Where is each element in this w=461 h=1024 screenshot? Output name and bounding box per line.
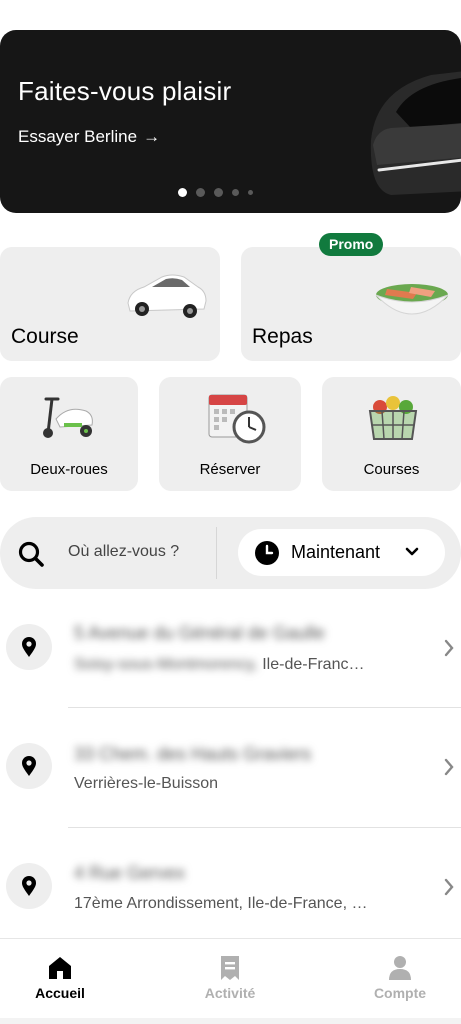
place-subtitle-visible: Ile-de-Franc… — [257, 656, 365, 673]
chevron-right-icon — [444, 758, 454, 776]
location-pin — [6, 863, 52, 909]
tile-courses-label: Courses — [363, 461, 420, 478]
tile-deux-roues[interactable]: Deux-roues — [0, 377, 138, 491]
place-title: 33 Chem. des Hauts Graviers — [74, 744, 312, 764]
tile-reserver[interactable]: Réserver — [159, 377, 301, 491]
grocery-basket-icon — [368, 396, 418, 440]
chevron-right-icon — [444, 878, 454, 896]
nav-tab-home[interactable]: Accueil — [0, 939, 120, 1024]
food-bowl-icon — [375, 284, 449, 315]
schedule-label: Maintenant — [291, 542, 381, 562]
nav-tab-account[interactable]: Compte — [340, 939, 460, 1024]
recent-place[interactable]: 33 Chem. des Hauts Graviers Verrières-le… — [0, 709, 461, 827]
search-placeholder[interactable]: Où allez-vous ? — [68, 543, 179, 561]
nav-tab-activity[interactable]: Activité — [170, 939, 290, 1024]
place-subtitle: Verrières-le-Buisson — [74, 775, 218, 793]
receipt-icon — [221, 956, 239, 980]
bottom-navigation: Accueil Activité Compte — [0, 938, 461, 1024]
list-divider — [68, 827, 461, 828]
search-icon — [18, 541, 44, 567]
tile-course[interactable]: Course — [0, 247, 220, 361]
calendar-clock-icon — [208, 394, 266, 444]
recent-place[interactable]: 5 Avenue du Général de Gaulle Soisy-sous… — [0, 590, 461, 708]
nav-label-activity: Activité — [204, 985, 256, 1001]
tile-course-label: Course — [11, 325, 79, 348]
carousel-dot[interactable] — [196, 188, 205, 197]
tile-repas[interactable]: Repas — [241, 247, 461, 361]
tile-repas-label: Repas — [252, 325, 313, 348]
car-illustration — [370, 71, 461, 195]
chevron-right-icon — [444, 639, 454, 657]
system-home-bar — [0, 1018, 461, 1024]
location-pin — [6, 743, 52, 789]
nav-label-account: Compte — [373, 985, 427, 1001]
pin-icon — [22, 756, 36, 776]
carousel-dots[interactable] — [178, 188, 253, 197]
search-divider — [216, 527, 217, 579]
banner-title: Faites-vous plaisir — [18, 76, 232, 106]
search-bar[interactable]: Où allez-vous ? Maintenant — [0, 517, 461, 589]
tile-reserver-label: Réserver — [199, 461, 261, 478]
chevron-down-icon — [405, 547, 419, 556]
promo-banner[interactable]: Faites-vous plaisir Essayer Berline → — [0, 30, 461, 213]
recent-place[interactable]: 4 Rue Gervex 17ème Arrondissement, Ile-d… — [0, 829, 461, 947]
place-subtitle: 17ème Arrondissement, Ile-de-France, … — [74, 895, 367, 913]
person-icon — [389, 956, 411, 980]
place-title: 4 Rue Gervex — [74, 863, 186, 883]
location-pin — [6, 624, 52, 670]
place-subtitle-visible: 17ème Arrondissement, Ile-de-France, … — [74, 895, 368, 912]
carousel-dot[interactable] — [178, 188, 187, 197]
clock-icon — [255, 541, 279, 565]
pin-icon — [22, 876, 36, 896]
tile-deux-roues-label: Deux-roues — [30, 461, 108, 478]
home-icon — [49, 957, 71, 979]
car-icon — [127, 274, 207, 318]
place-subtitle: Soisy-sous-Montmorency, Ile-de-Franc… — [74, 656, 364, 674]
pin-icon — [22, 637, 36, 657]
banner-link[interactable]: Essayer Berline → — [18, 127, 160, 147]
place-subtitle-hidden: Soisy-sous-Montmorency, — [74, 656, 258, 673]
carousel-dot[interactable] — [248, 190, 253, 195]
scooter-icon — [43, 397, 93, 438]
place-title: 5 Avenue du Général de Gaulle — [74, 623, 325, 643]
place-subtitle-visible: Verrières-le-Buisson — [74, 775, 219, 792]
banner-link-label: Essayer Berline — [18, 127, 138, 146]
tile-courses[interactable]: Courses — [322, 377, 461, 491]
carousel-dot[interactable] — [232, 189, 239, 196]
schedule-selector[interactable]: Maintenant — [238, 529, 445, 576]
arrow-right-icon: → — [143, 127, 161, 146]
list-divider — [68, 707, 461, 708]
promo-badge: Promo — [319, 233, 384, 256]
carousel-dot[interactable] — [214, 188, 223, 197]
nav-label-home: Accueil — [35, 985, 85, 1001]
